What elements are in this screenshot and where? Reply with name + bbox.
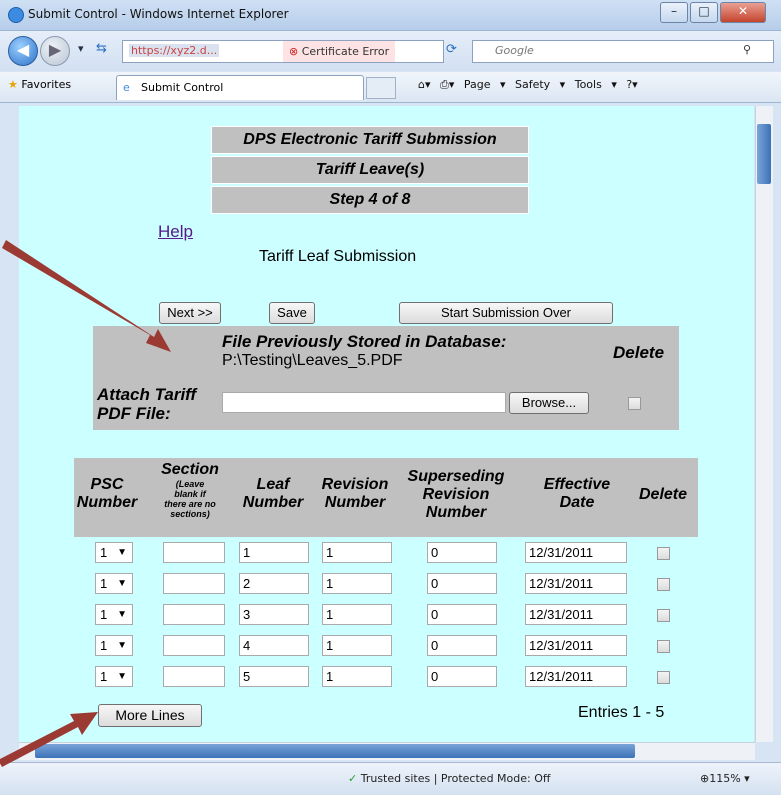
arrow-to-stored-file xyxy=(2,240,171,352)
arrow-to-more-lines xyxy=(0,712,98,767)
annotation-arrows xyxy=(0,240,171,767)
browser-window: Submit Control - Windows Internet Explor… xyxy=(0,0,781,795)
